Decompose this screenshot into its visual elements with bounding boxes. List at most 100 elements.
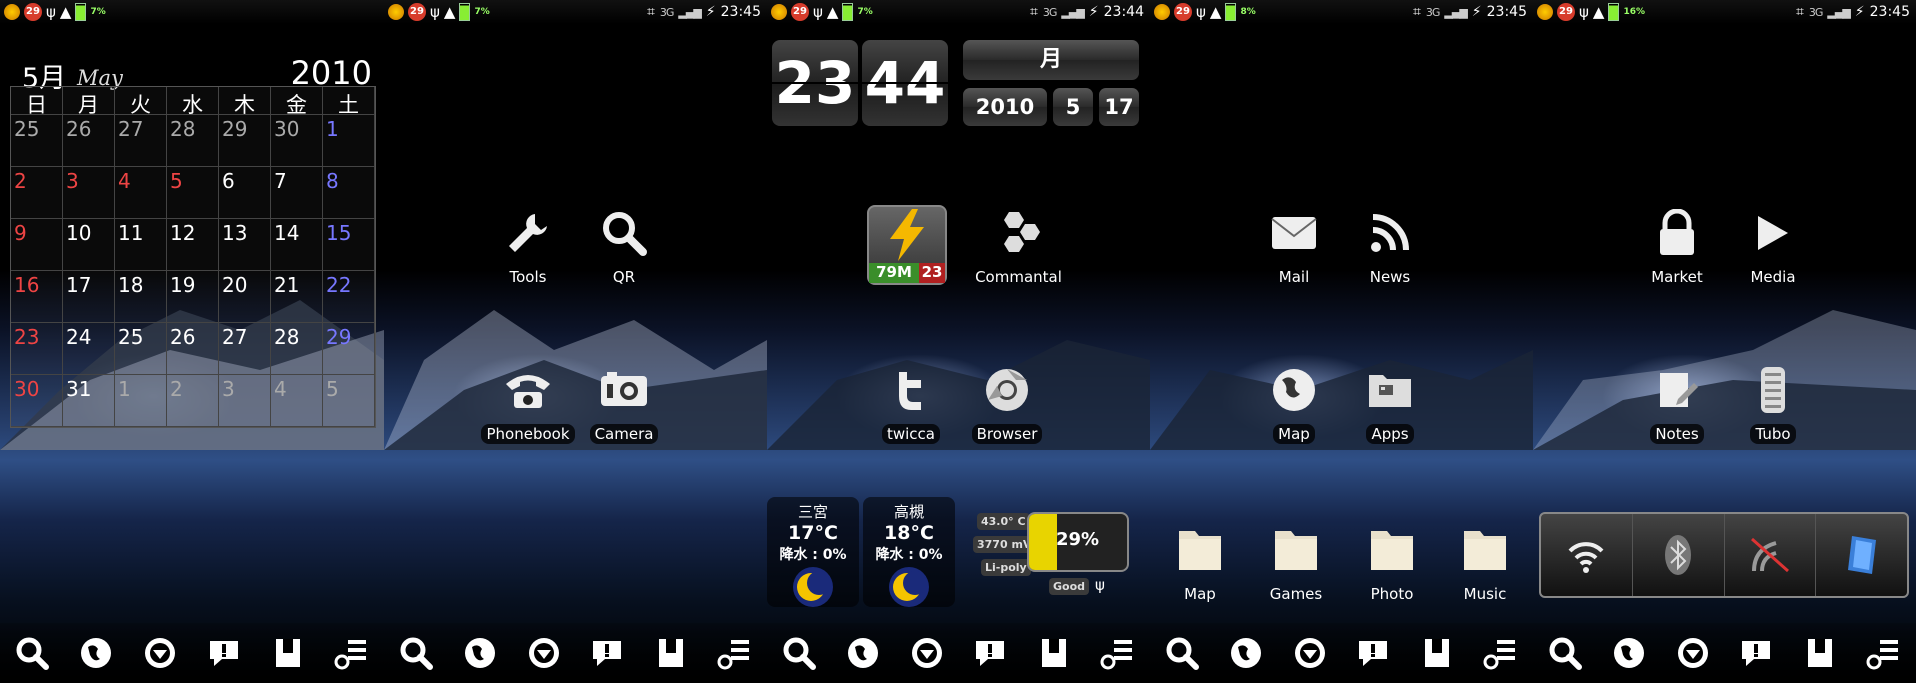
search-icon[interactable] — [1162, 633, 1202, 673]
tubo-app[interactable]: Tubo — [1723, 360, 1823, 444]
book-icon[interactable] — [268, 633, 308, 673]
news-app[interactable]: News — [1340, 203, 1440, 287]
calendar-day[interactable]: 26 — [167, 323, 219, 375]
calendar-day[interactable]: 22 — [323, 271, 375, 323]
calendar-day[interactable]: 7 — [271, 167, 323, 219]
search-icon[interactable] — [779, 633, 819, 673]
notes-app[interactable]: Notes — [1627, 360, 1727, 444]
chat-alert-icon[interactable] — [204, 633, 244, 673]
calendar-day[interactable]: 28 — [271, 323, 323, 375]
calendar-day[interactable]: 1 — [115, 375, 167, 427]
download-icon[interactable] — [907, 633, 947, 673]
calendar-day[interactable]: 10 — [63, 219, 115, 271]
task-killer-widget[interactable]: 79M 23 — [857, 205, 957, 285]
calendar-day[interactable]: 21 — [271, 271, 323, 323]
calendar-day[interactable]: 5 — [323, 375, 375, 427]
calendar-day[interactable]: 4 — [115, 167, 167, 219]
chat-alert-icon[interactable] — [1736, 633, 1776, 673]
calendar-day[interactable]: 12 — [167, 219, 219, 271]
gps-toggle[interactable] — [1725, 514, 1817, 596]
folder-map[interactable]: Map — [1150, 520, 1250, 604]
calendar-day[interactable]: 14 — [271, 219, 323, 271]
calendar-day[interactable]: 29 — [323, 323, 375, 375]
calendar-day[interactable]: 27 — [219, 323, 271, 375]
download-icon[interactable] — [1290, 633, 1330, 673]
search-icon[interactable] — [1545, 633, 1585, 673]
calendar-day[interactable]: 29 — [219, 115, 271, 167]
chat-alert-icon[interactable] — [587, 633, 627, 673]
globe-icon[interactable] — [76, 633, 116, 673]
calendar-day[interactable]: 4 — [271, 375, 323, 427]
calendar-day[interactable]: 30 — [11, 375, 63, 427]
browser-app[interactable]: Browser — [957, 360, 1057, 444]
wifi-toggle[interactable] — [1541, 514, 1633, 596]
search-icon[interactable] — [396, 633, 436, 673]
globe-icon[interactable] — [1226, 633, 1266, 673]
calendar-day[interactable]: 3 — [63, 167, 115, 219]
market-app[interactable]: Market — [1627, 203, 1727, 287]
book-icon[interactable] — [1417, 633, 1457, 673]
apps-app[interactable]: Apps — [1340, 360, 1440, 444]
calendar-day[interactable]: 23 — [11, 323, 63, 375]
calendar-day[interactable]: 30 — [271, 115, 323, 167]
calendar-day[interactable]: 24 — [63, 323, 115, 375]
calendar-day[interactable]: 26 — [63, 115, 115, 167]
home-screen-1[interactable]: 29 ψ ▲ 7% 5月 May 2010 日 月 火 水 木 金 土 25 26 2… — [0, 0, 384, 683]
home-screen-3[interactable]: 29 ψ ▲ 7% ⌗ 3G ▂▄▆ ⚡ 23:44 23 44 月 2010 5 17 79… — [767, 0, 1150, 683]
home-screen-2[interactable]: 29 ψ ▲ 7% ⌗ 3G ▂▄▆ ⚡ 23:45 Tools QR Phonebook C… — [384, 0, 767, 683]
calendar-day[interactable]: 17 — [63, 271, 115, 323]
list-icon[interactable] — [332, 633, 372, 673]
media-app[interactable]: Media — [1723, 203, 1823, 287]
calendar-grid[interactable]: 日 月 火 水 木 金 土 25 26 27 28 29 30 1 2 3 4 — [10, 86, 376, 428]
calendar-day[interactable]: 16 — [11, 271, 63, 323]
calendar-day[interactable]: 31 — [63, 375, 115, 427]
calendar-day[interactable]: 13 — [219, 219, 271, 271]
calendar-day[interactable]: 2 — [167, 375, 219, 427]
list-icon[interactable] — [715, 633, 755, 673]
calendar-day[interactable]: 5 — [167, 167, 219, 219]
calendar-day[interactable]: 9 — [11, 219, 63, 271]
calendar-day[interactable]: 1 — [323, 115, 375, 167]
calendar-day[interactable]: 25 — [115, 323, 167, 375]
list-icon[interactable] — [1098, 633, 1138, 673]
mail-app[interactable]: Mail — [1244, 203, 1344, 287]
clock-hour[interactable]: 23 — [772, 40, 858, 126]
book-icon[interactable] — [1034, 633, 1074, 673]
home-screen-4[interactable]: 29 ψ ▲ 8% ⌗ 3G ▂▄▆ ⚡ 23:45 Mail News Map Apps M… — [1150, 0, 1533, 683]
tools-app[interactable]: Tools — [478, 203, 578, 287]
globe-icon[interactable] — [843, 633, 883, 673]
phonebook-app[interactable]: Phonebook — [478, 360, 578, 444]
folder-music[interactable]: Music — [1435, 520, 1533, 604]
search-icon[interactable] — [12, 633, 52, 673]
weather-widget-sannomiya[interactable]: 三宮 17°C 降水 : 0% — [767, 497, 859, 607]
weather-widget-takatsuki[interactable]: 高槻 18°C 降水 : 0% — [863, 497, 955, 607]
calendar-day[interactable]: 11 — [115, 219, 167, 271]
calendar-day[interactable]: 19 — [167, 271, 219, 323]
calendar-day[interactable]: 27 — [115, 115, 167, 167]
download-icon[interactable] — [1673, 633, 1713, 673]
calendar-day[interactable]: 3 — [219, 375, 271, 427]
list-icon[interactable] — [1481, 633, 1521, 673]
home-screen-5[interactable]: 29 ψ ▲ 16% ⌗ 3G ▂▄▆ ⚡ 23:45 Market Media Notes … — [1533, 0, 1916, 683]
download-icon[interactable] — [524, 633, 564, 673]
chat-alert-icon[interactable] — [970, 633, 1010, 673]
calendar-day[interactable]: 18 — [115, 271, 167, 323]
chat-alert-icon[interactable] — [1353, 633, 1393, 673]
calendar-day[interactable]: 20 — [219, 271, 271, 323]
calendar-day[interactable]: 15 — [323, 219, 375, 271]
commantal-app[interactable]: Commantal — [961, 203, 1076, 287]
calendar-day[interactable]: 28 — [167, 115, 219, 167]
calendar-day[interactable]: 25 — [11, 115, 63, 167]
camera-app[interactable]: Camera — [574, 360, 674, 444]
book-icon[interactable] — [651, 633, 691, 673]
download-icon[interactable] — [140, 633, 180, 673]
bluetooth-toggle[interactable] — [1633, 514, 1725, 596]
map-app[interactable]: Map — [1244, 360, 1344, 444]
book-icon[interactable] — [1800, 633, 1840, 673]
calendar-day[interactable]: 6 — [219, 167, 271, 219]
qr-app[interactable]: QR — [574, 203, 674, 287]
globe-icon[interactable] — [460, 633, 500, 673]
sync-toggle[interactable] — [1816, 514, 1907, 596]
clock-minute[interactable]: 44 — [862, 40, 948, 126]
calendar-day[interactable]: 2 — [11, 167, 63, 219]
